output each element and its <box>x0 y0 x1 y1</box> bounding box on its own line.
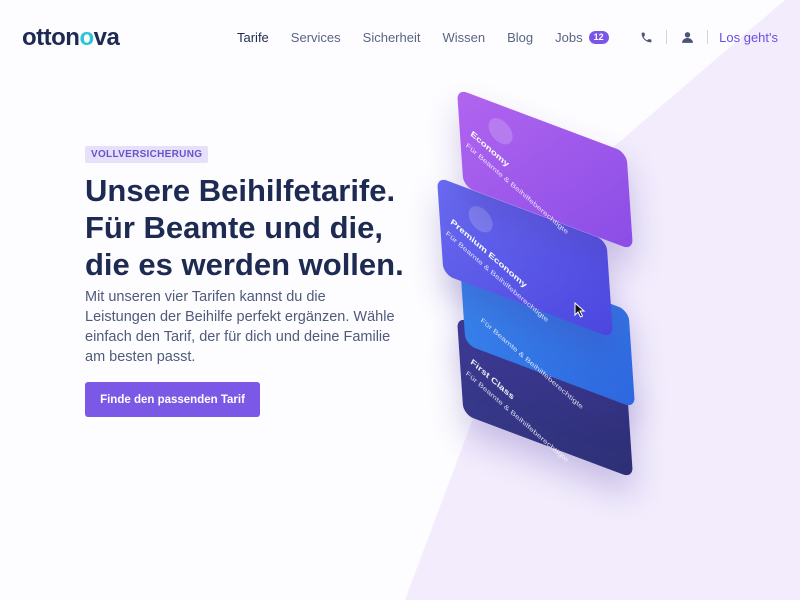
card-chip-icon <box>487 114 514 149</box>
nav-item-wissen[interactable]: Wissen <box>442 30 485 45</box>
find-tariff-button[interactable]: Finde den passenden Tarif <box>85 382 260 417</box>
tariff-cards: First Class Für Beamte & Beihilfeberecht… <box>400 88 690 479</box>
phone-icon[interactable] <box>637 28 655 46</box>
get-started-link[interactable]: Los geht's <box>719 30 778 45</box>
nav-item-tarife[interactable]: Tarife <box>237 30 269 45</box>
nav-item-services[interactable]: Services <box>291 30 341 45</box>
jobs-count-badge: 12 <box>588 31 609 44</box>
mouse-cursor-icon <box>574 302 586 318</box>
divider <box>707 30 709 44</box>
nav-item-blog[interactable]: Blog <box>507 30 533 45</box>
logo[interactable]: ottonova <box>22 24 120 52</box>
hero-title: Unsere Beihilfetarife. Für Beamte und di… <box>85 173 404 282</box>
category-tag: VOLLVERSICHERUNG <box>85 146 209 163</box>
card-chip-icon <box>467 202 494 237</box>
hero-lead: Mit unseren vier Tarifen kannst du die L… <box>85 289 395 365</box>
divider <box>666 30 668 44</box>
user-icon[interactable] <box>678 28 696 46</box>
site-header: ottonova Tarife Services Sicherheit Wiss… <box>0 0 800 74</box>
nav-item-jobs[interactable]: Jobs 12 <box>555 30 609 45</box>
header-actions: Los geht's <box>637 28 778 46</box>
main-nav: Tarife Services Sicherheit Wissen Blog J… <box>237 30 631 45</box>
nav-item-sicherheit[interactable]: Sicherheit <box>363 30 421 45</box>
